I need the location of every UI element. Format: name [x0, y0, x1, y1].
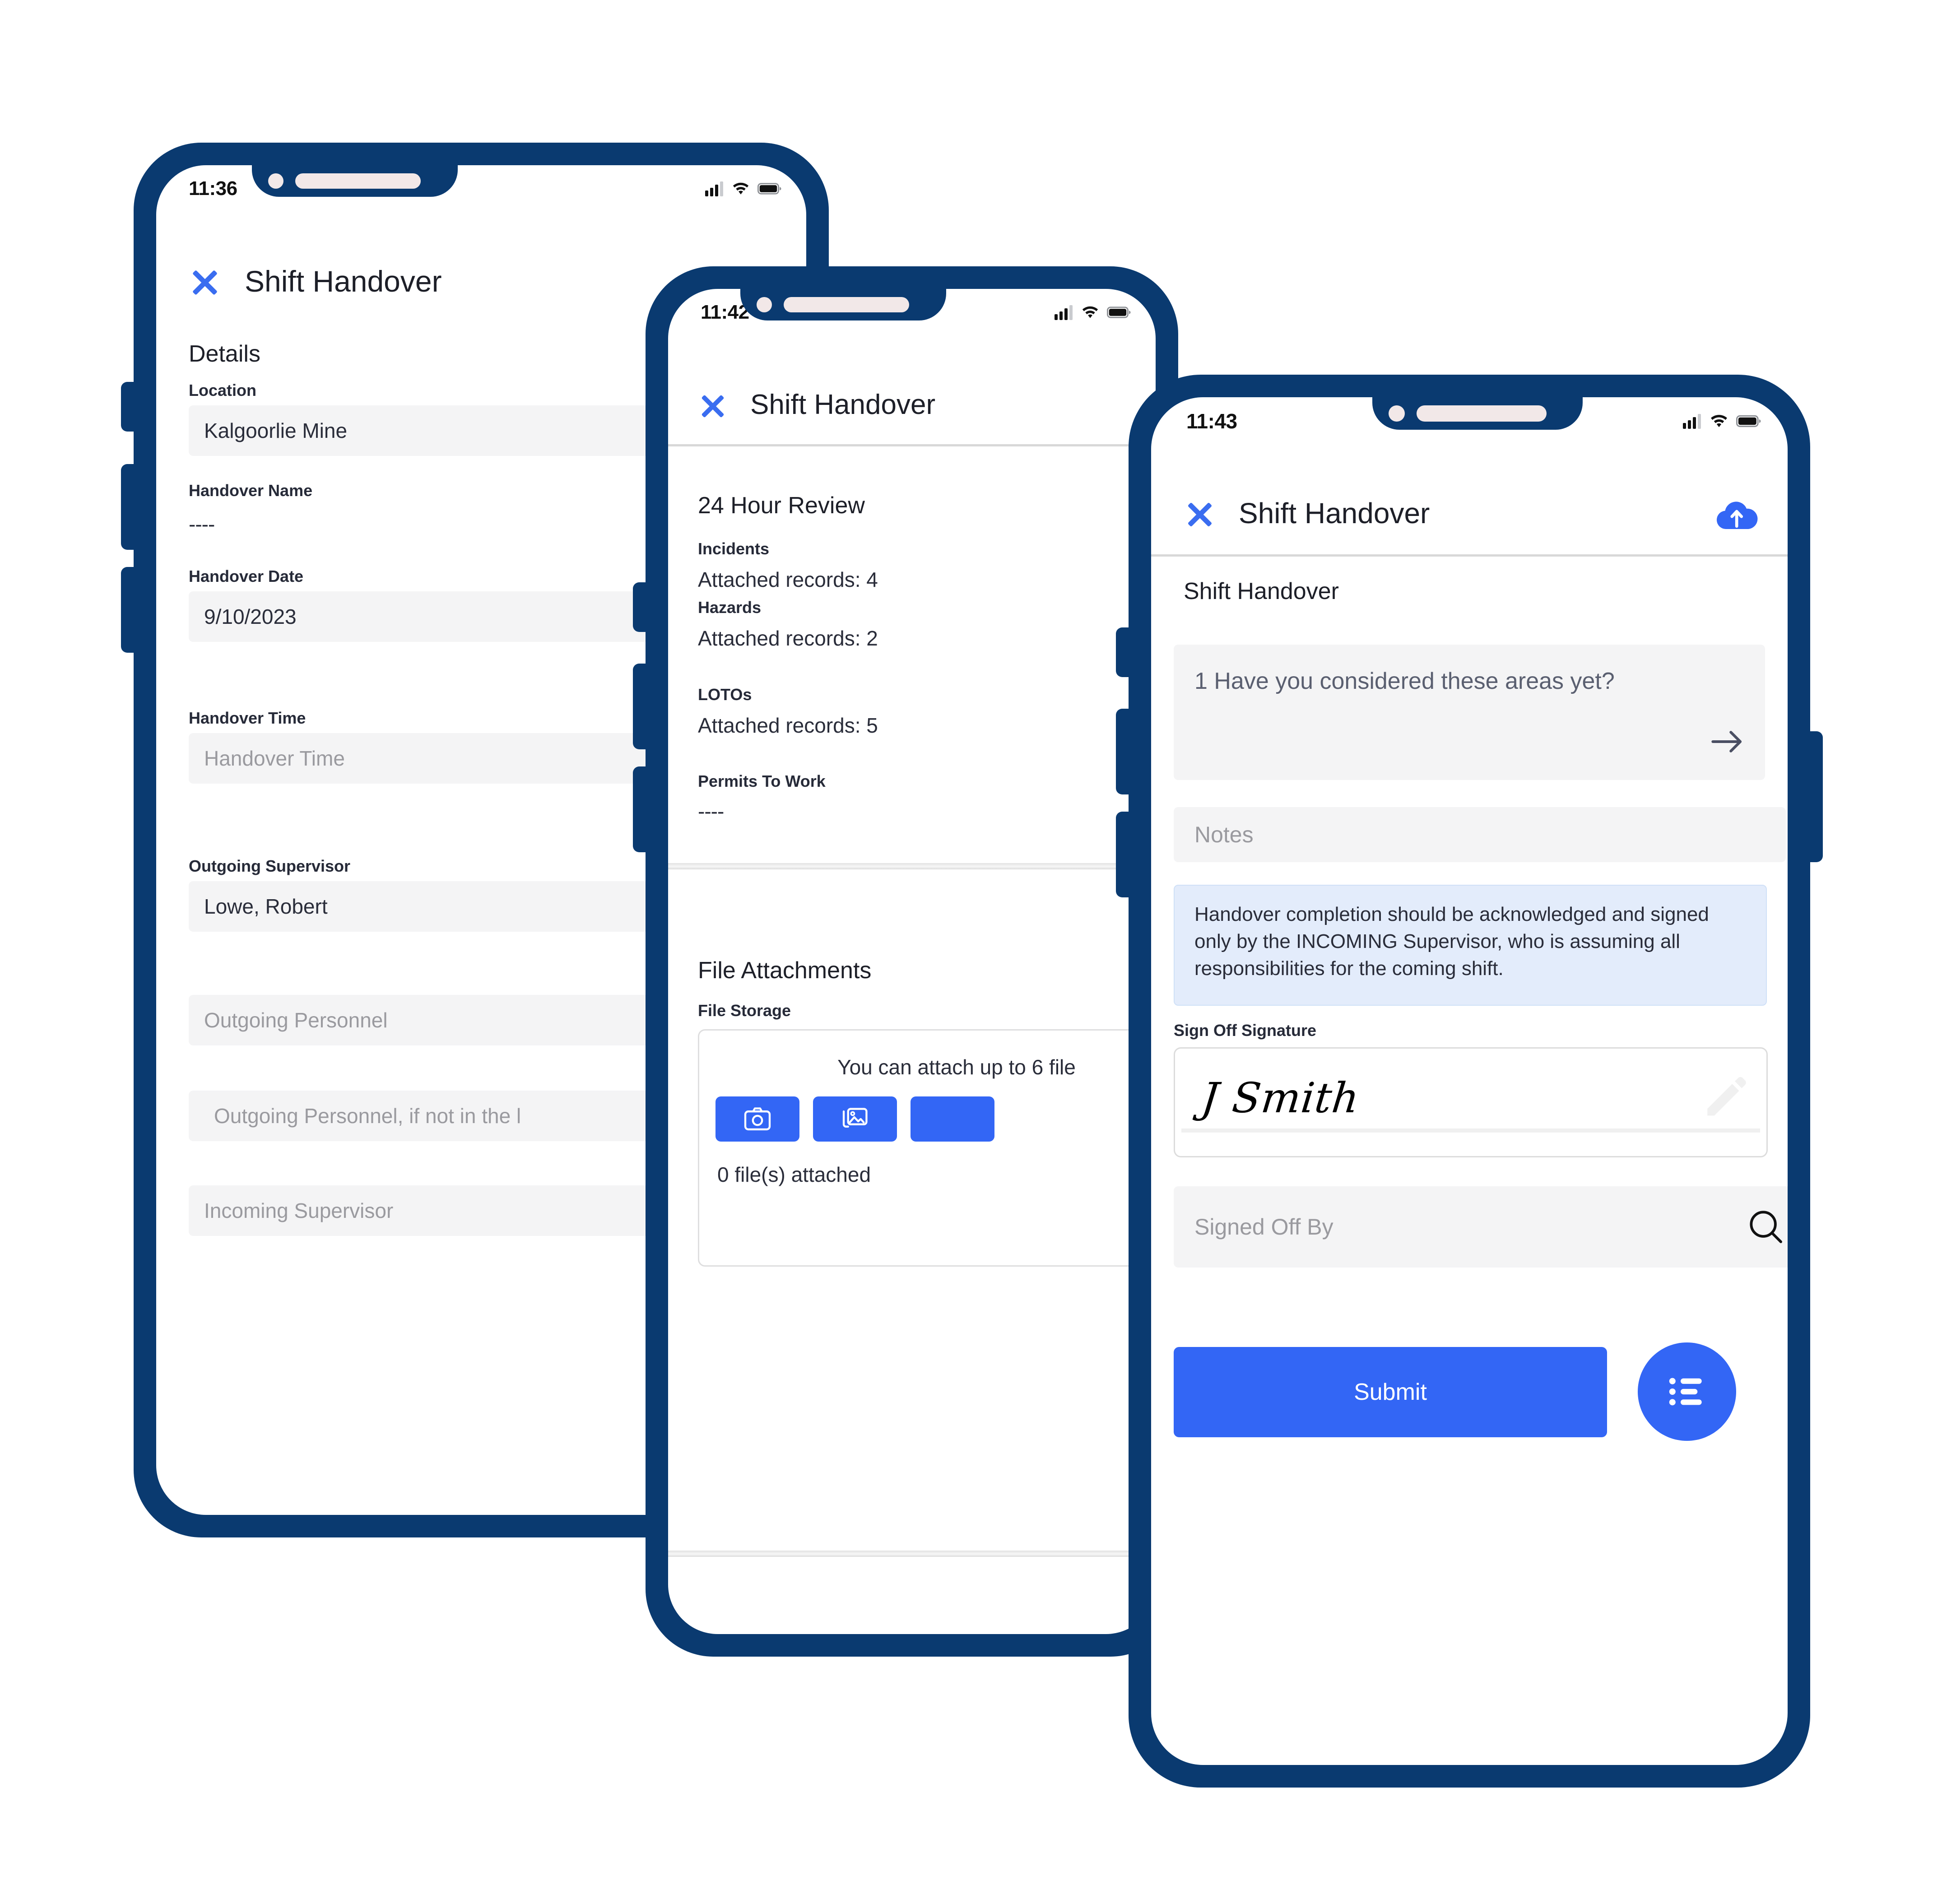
phone-review-frame: 11:42 Shift Handover 24 Hour Review Inci… — [633, 266, 1191, 1657]
file-storage-label: File Storage — [698, 1001, 791, 1020]
phone1-volume-up-button[interactable] — [121, 464, 135, 550]
submit-button[interactable]: Submit — [1174, 1347, 1607, 1437]
status-clock: 11:36 — [189, 177, 237, 200]
phone3-power-button[interactable] — [1809, 731, 1823, 862]
field-value: Lowe, Robert — [204, 895, 328, 918]
signature-value: J Smith — [1199, 1074, 1362, 1122]
field-placeholder: Handover Time — [204, 747, 345, 770]
front-camera-icon — [268, 173, 283, 189]
review-section-title: 24 Hour Review — [698, 492, 865, 519]
notes-placeholder: Notes — [1194, 822, 1254, 847]
phone1-volume-down-button[interactable] — [121, 567, 135, 653]
phone3-volume-down-button[interactable] — [1116, 812, 1129, 897]
signed-off-by-input[interactable]: Signed Off By — [1174, 1186, 1788, 1268]
wifi-icon — [1711, 415, 1727, 427]
info-callout: Handover completion should be acknowledg… — [1174, 885, 1767, 1006]
field-placeholder: Outgoing Personnel, if not in the l — [214, 1104, 521, 1128]
cloud-upload-icon[interactable] — [1714, 497, 1761, 532]
list-icon — [1669, 1378, 1702, 1406]
phone2-volume-up-button[interactable] — [633, 664, 646, 749]
review-item-label: LOTOs — [698, 685, 752, 704]
arrow-right-icon[interactable] — [1710, 729, 1744, 755]
signal-bars-icon — [1683, 413, 1701, 429]
phone2-volume-down-button[interactable] — [633, 766, 646, 852]
close-x-icon[interactable] — [1184, 498, 1216, 531]
phone3-volume-up-button[interactable] — [1116, 709, 1129, 794]
signature-baseline — [1181, 1128, 1760, 1133]
review-item-label: Permits To Work — [698, 772, 826, 790]
front-camera-icon — [757, 297, 772, 312]
signed-off-by-placeholder: Signed Off By — [1194, 1214, 1333, 1240]
status-clock: 11:43 — [1186, 409, 1237, 433]
review-item-label: Incidents — [698, 539, 770, 558]
wifi-icon — [1082, 306, 1098, 318]
phone1-section-title: Details — [189, 341, 260, 367]
earpiece-speaker — [295, 173, 421, 189]
signal-bars-icon — [705, 181, 723, 196]
bottom-separator — [668, 1551, 1156, 1557]
gallery-icon — [842, 1108, 868, 1128]
phone3-silent-switch[interactable] — [1116, 627, 1129, 677]
review-item-value: ---- — [698, 799, 724, 823]
attachment-buttons — [699, 1096, 1156, 1142]
status-system-icons — [1055, 305, 1131, 320]
submit-label: Submit — [1354, 1379, 1427, 1405]
signal-bars-icon — [1055, 305, 1073, 320]
page-title: Shift Handover — [245, 265, 442, 298]
review-item-permits: Permits To Work ---- — [698, 713, 826, 823]
close-x-icon[interactable] — [189, 266, 221, 299]
page-title: Shift Handover — [750, 389, 936, 420]
camera-button[interactable] — [715, 1096, 799, 1142]
question-text: 1 Have you considered these areas yet? — [1194, 668, 1615, 694]
info-text: Handover completion should be acknowledg… — [1194, 903, 1709, 980]
file-storage-card: You can attach up to 6 file 0 file(s) at… — [698, 1029, 1156, 1267]
phone2-notch — [740, 289, 946, 320]
attachment-limit-note: You can attach up to 6 file — [837, 1055, 1076, 1079]
pencil-icon[interactable] — [1700, 1073, 1749, 1122]
close-x-icon[interactable] — [698, 391, 728, 421]
breadcrumb: Shift Handover — [1184, 578, 1339, 604]
header-divider — [668, 444, 1156, 446]
battery-icon — [757, 183, 781, 195]
front-camera-icon — [1389, 405, 1405, 422]
phone2-silent-switch[interactable] — [633, 582, 646, 632]
field-placeholder: Incoming Supervisor — [204, 1199, 394, 1222]
page-title: Shift Handover — [1239, 497, 1430, 529]
battery-icon — [1107, 306, 1131, 318]
earpiece-speaker — [1417, 405, 1547, 422]
wifi-icon — [733, 182, 749, 195]
camera-icon — [744, 1107, 771, 1131]
list-fab-button[interactable] — [1638, 1342, 1736, 1441]
battery-icon — [1736, 415, 1761, 427]
section-separator — [668, 863, 1156, 869]
review-item-label: Hazards — [698, 598, 762, 617]
field-value: Kalgoorlie Mine — [204, 419, 348, 442]
status-system-icons — [1683, 413, 1761, 429]
phone1-silent-switch[interactable] — [121, 382, 135, 432]
question-card[interactable]: 1 Have you considered these areas yet? — [1174, 645, 1765, 780]
attached-count: 0 file(s) attached — [717, 1163, 871, 1186]
attachments-section-title: File Attachments — [698, 957, 872, 984]
gallery-button[interactable] — [813, 1096, 897, 1142]
phone2-screen: 11:42 Shift Handover 24 Hour Review Inci… — [668, 289, 1156, 1634]
notes-input[interactable]: Notes — [1174, 807, 1786, 862]
phone1-notch — [252, 165, 458, 197]
phone-signoff-frame: 11:43 Shift Handover Shift Handover 1 Ha… — [1116, 375, 1823, 1788]
earpiece-speaker — [784, 297, 909, 312]
header-divider — [1151, 554, 1788, 557]
status-clock: 11:42 — [701, 301, 749, 323]
phone2-app-header: Shift Handover — [668, 361, 1156, 442]
search-icon[interactable] — [1746, 1207, 1786, 1247]
status-system-icons — [705, 181, 782, 196]
attachment-button[interactable] — [911, 1096, 994, 1142]
phone3-notch — [1372, 397, 1583, 430]
signature-label: Sign Off Signature — [1174, 1021, 1317, 1040]
phone3-screen: 11:43 Shift Handover Shift Handover 1 Ha… — [1151, 397, 1788, 1765]
field-placeholder: Outgoing Personnel — [204, 1008, 388, 1032]
signature-pad[interactable]: J Smith — [1174, 1047, 1768, 1157]
phone3-app-header: Shift Handover — [1151, 469, 1788, 551]
